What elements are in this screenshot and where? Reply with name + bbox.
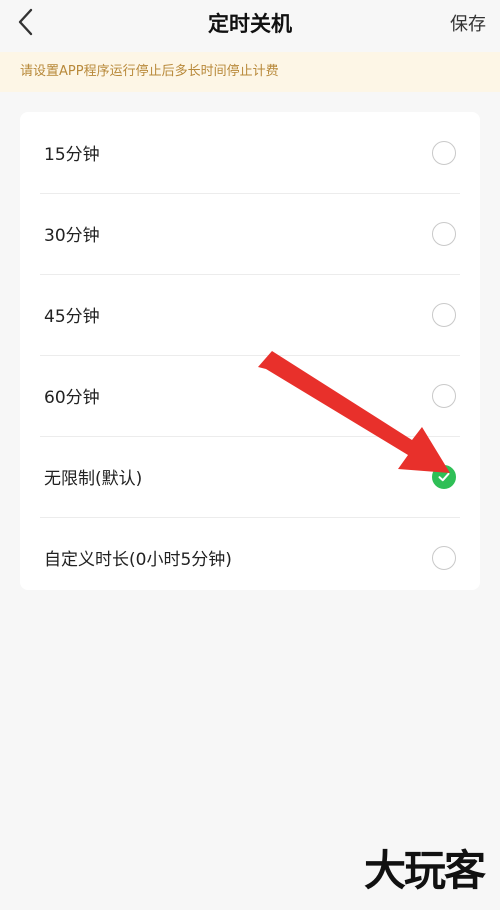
page-title: 定时关机 xyxy=(208,12,292,36)
save-button[interactable]: 保存 xyxy=(450,10,486,36)
notice-banner: 请设置APP程序运行停止后多长时间停止计费 xyxy=(0,52,500,92)
option-label: 45分钟 xyxy=(44,307,100,327)
option-custom-duration[interactable]: 自定义时长(0小时5分钟) xyxy=(20,517,480,598)
option-30-min[interactable]: 30分钟 xyxy=(20,193,480,274)
option-15-min[interactable]: 15分钟 xyxy=(20,112,480,193)
option-label: 30分钟 xyxy=(44,226,100,246)
radio-unchecked-icon[interactable] xyxy=(432,545,456,570)
header-bar: 定时关机 保存 xyxy=(0,0,500,48)
radio-unchecked-icon[interactable] xyxy=(432,221,456,246)
watermark-logo: 大玩客 xyxy=(363,846,486,895)
radio-unchecked-icon[interactable] xyxy=(432,302,456,327)
annotation-arrow-icon xyxy=(258,351,450,473)
option-label: 15分钟 xyxy=(44,145,100,165)
radio-unchecked-icon[interactable] xyxy=(432,140,456,165)
option-45-min[interactable]: 45分钟 xyxy=(20,274,480,355)
option-label: 自定义时长(0小时5分钟) xyxy=(44,550,232,570)
